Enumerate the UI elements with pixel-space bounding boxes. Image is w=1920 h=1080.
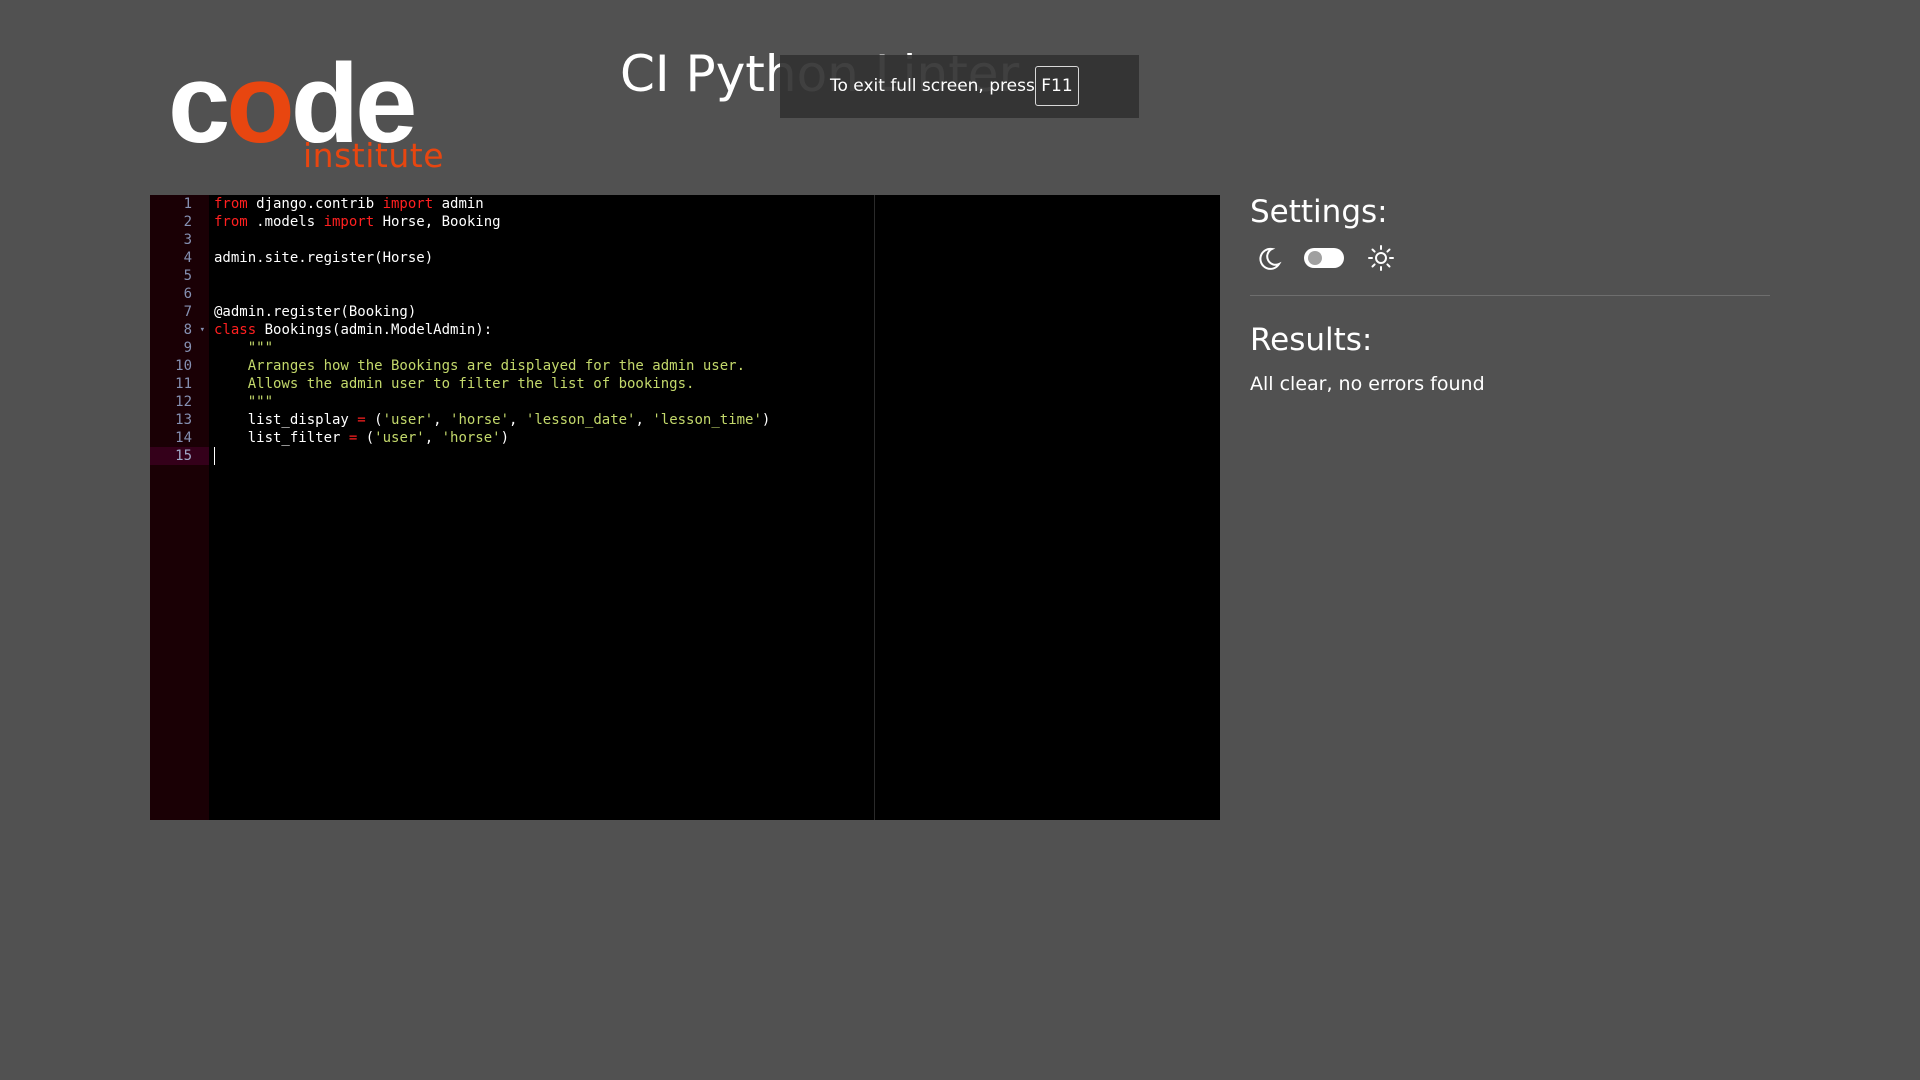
logo-institute-text: institute	[303, 136, 444, 175]
line-number: 12	[175, 394, 192, 410]
code-line[interactable]: Arranges how the Bookings are displayed …	[214, 357, 745, 375]
code-line[interactable]: """	[214, 393, 273, 411]
fullscreen-notice-text: To exit full screen, press	[830, 76, 1035, 96]
line-number: 6	[183, 286, 192, 302]
code-editor[interactable]: 1 2 3 4 5 6 7 8 ▾ 9 10 11 12 13 14 15 from django.contr…	[150, 195, 1220, 820]
settings-heading: Settings:	[1250, 194, 1388, 230]
line-number: 13	[175, 412, 192, 428]
line-number: 5	[183, 268, 192, 284]
line-number: 10	[175, 358, 192, 374]
line-number: 2	[183, 214, 192, 230]
editor-gutter: 1 2 3 4 5 6 7 8 ▾ 9 10 11 12 13 14 15	[150, 195, 209, 820]
code-line[interactable]: from django.contrib import admin	[214, 195, 484, 213]
line-number: 1	[183, 196, 192, 212]
line-number: 3	[183, 232, 192, 248]
code-institute-logo[interactable]: code institute	[168, 48, 448, 176]
results-heading: Results:	[1250, 322, 1373, 358]
fold-arrow-icon[interactable]: ▾	[200, 321, 205, 339]
code-line[interactable]: admin.site.register(Horse)	[214, 249, 433, 267]
code-line[interactable]: @admin.register(Booking)	[214, 303, 416, 321]
line-number: 11	[175, 376, 192, 392]
line-number: 14	[175, 430, 192, 446]
settings-divider	[1250, 295, 1770, 296]
code-line[interactable]: """	[214, 339, 273, 357]
line-number: 15	[150, 447, 209, 465]
line-number: 9	[183, 340, 192, 356]
print-margin	[874, 195, 875, 820]
code-line[interactable]: list_filter = ('user', 'horse')	[214, 429, 509, 447]
code-line[interactable]: class Bookings(admin.ModelAdmin):	[214, 321, 492, 339]
theme-toggle-knob	[1308, 251, 1322, 265]
text-cursor	[214, 447, 215, 465]
fullscreen-exit-notice: To exit full screen, press F11	[780, 55, 1139, 118]
line-number: 4	[183, 250, 192, 266]
sun-icon	[1368, 245, 1394, 271]
moon-icon	[1259, 247, 1282, 270]
f11-key-badge: F11	[1035, 66, 1079, 106]
code-line[interactable]: list_display = ('user', 'horse', 'lesson…	[214, 411, 771, 429]
code-line[interactable]: from .models import Horse, Booking	[214, 213, 501, 231]
line-number: 7	[183, 304, 192, 320]
line-number: 8 ▾	[183, 321, 205, 339]
theme-toggle[interactable]	[1304, 248, 1344, 268]
code-line[interactable]: Allows the admin user to filter the list…	[214, 375, 695, 393]
results-message: All clear, no errors found	[1250, 373, 1485, 395]
